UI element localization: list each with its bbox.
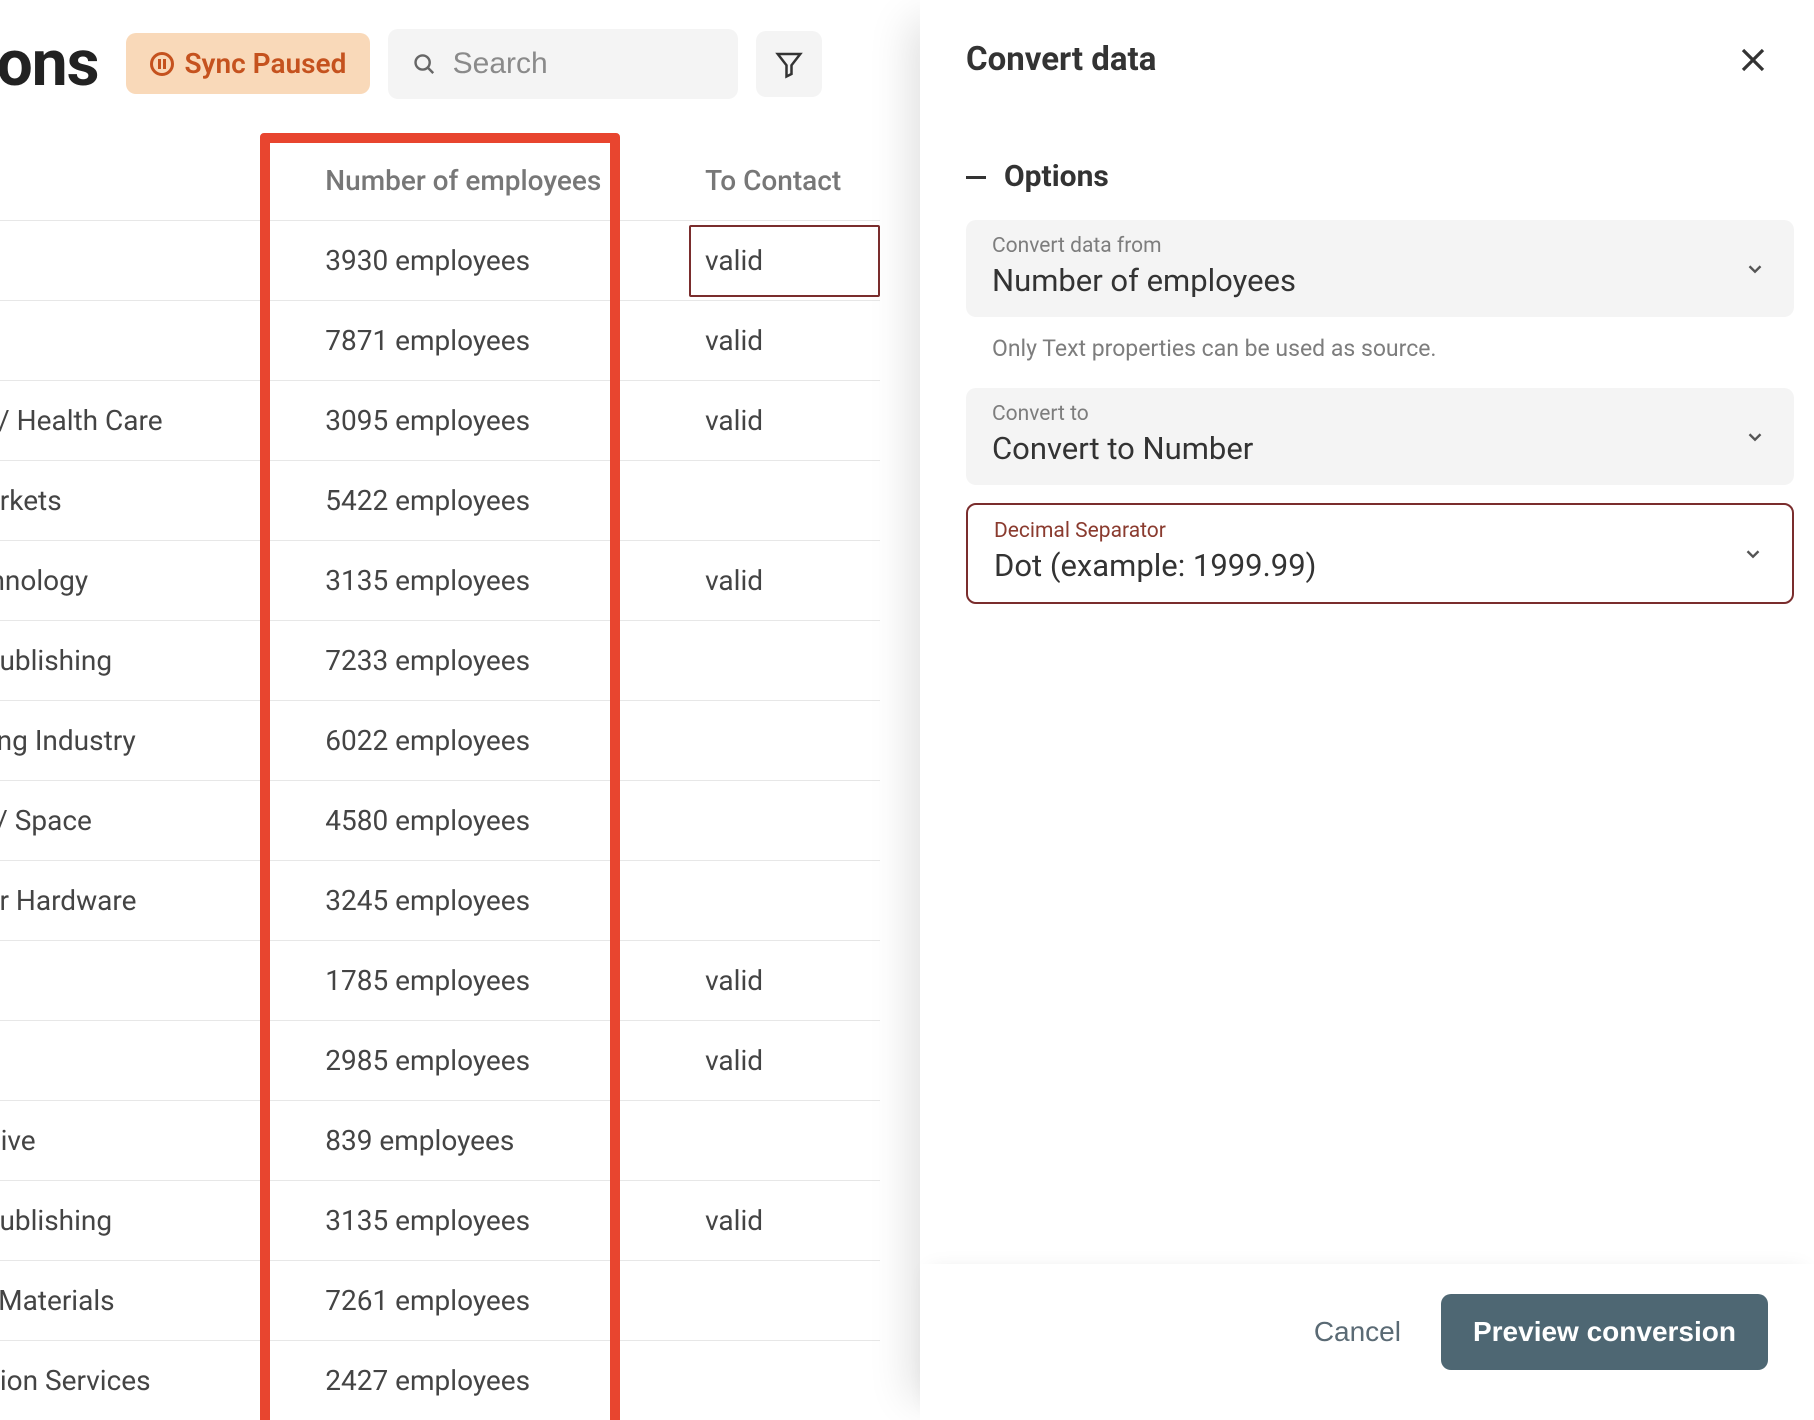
filter-icon [774, 49, 804, 79]
cell-contact[interactable]: valid [675, 1044, 880, 1077]
close-icon[interactable] [1738, 45, 1768, 75]
chevron-down-icon [1742, 543, 1764, 565]
cell-employees[interactable]: 3245 employees [295, 884, 675, 917]
col-header-employees[interactable]: Number of employees [295, 164, 675, 197]
convert-data-panel: Convert data Options Convert data from N… [920, 0, 1814, 1420]
cell-contact[interactable]: valid [675, 324, 880, 357]
options-label: Options [1004, 159, 1109, 194]
table-row[interactable]: notive839 employees [0, 1101, 880, 1181]
search-icon [412, 50, 436, 78]
cell-employees[interactable]: 6022 employees [295, 724, 675, 757]
page-title: tions [0, 26, 98, 101]
cell-employees[interactable]: 7871 employees [295, 324, 675, 357]
convert-to-value: Convert to Number [992, 430, 1770, 467]
cell-employees[interactable]: 2427 employees [295, 1364, 675, 1397]
cell-employees[interactable]: 839 employees [295, 1124, 675, 1157]
table-row[interactable]: tal / Health Care3095 employeesvalid [0, 381, 880, 461]
cell-employees[interactable]: 7261 employees [295, 1284, 675, 1317]
cell-industry[interactable]: e Publishing [0, 1204, 295, 1237]
pause-icon [150, 52, 174, 76]
search-input[interactable] [453, 47, 715, 81]
options-toggle[interactable]: Options [966, 159, 1794, 194]
table-row[interactable]: shing Industry6022 employees [0, 701, 880, 781]
cell-contact[interactable]: valid [689, 225, 880, 297]
cell-employees[interactable]: 3135 employees [295, 1204, 675, 1237]
cell-employees[interactable]: 3135 employees [295, 564, 675, 597]
sync-paused-label: Sync Paused [184, 47, 346, 80]
table-row[interactable]: markets5422 employees [0, 461, 880, 541]
cell-industry[interactable]: notive [0, 1124, 295, 1157]
convert-to-label: Convert to [992, 402, 1770, 426]
cell-industry[interactable]: shing Industry [0, 724, 295, 757]
cell-industry[interactable]: se / Space [0, 804, 295, 837]
table-row[interactable]: echnology3135 employeesvalid [0, 541, 880, 621]
table-row[interactable]: uter Hardware3245 employees [0, 861, 880, 941]
minus-icon [966, 176, 986, 179]
cell-industry[interactable]: ng Materials [0, 1284, 295, 1317]
convert-from-hint: Only Text properties can be used as sour… [992, 335, 1794, 362]
cell-industry[interactable]: y [0, 324, 295, 357]
cell-industry[interactable]: e Publishing [0, 644, 295, 677]
decimal-separator-value: Dot (example: 1999.99) [994, 547, 1768, 584]
cell-employees[interactable]: 3930 employees [295, 244, 675, 277]
cell-industry[interactable]: c [0, 1044, 295, 1077]
table-row[interactable]: e Publishing7233 employees [0, 621, 880, 701]
preview-conversion-button[interactable]: Preview conversion [1441, 1294, 1768, 1370]
decimal-separator-select[interactable]: Decimal Separator Dot (example: 1999.99) [966, 503, 1794, 604]
cell-employees[interactable]: 2985 employees [295, 1044, 675, 1077]
cell-industry[interactable]: uter Hardware [0, 884, 295, 917]
convert-to-select[interactable]: Convert to Convert to Number [966, 388, 1794, 485]
cell-employees[interactable]: 1785 employees [295, 964, 675, 997]
cell-contact[interactable]: valid [675, 1204, 880, 1237]
cell-industry[interactable]: nation Services [0, 1364, 295, 1397]
cell-contact[interactable]: valid [675, 964, 880, 997]
panel-title: Convert data [966, 40, 1156, 79]
sync-paused-badge[interactable]: Sync Paused [126, 33, 370, 94]
cell-contact[interactable]: valid [675, 564, 880, 597]
cell-industry[interactable]: echnology [0, 564, 295, 597]
table-row[interactable]: c2985 employeesvalid [0, 1021, 880, 1101]
cell-employees[interactable]: 7233 employees [295, 644, 675, 677]
cell-employees[interactable]: 4580 employees [295, 804, 675, 837]
convert-from-select[interactable]: Convert data from Number of employees [966, 220, 1794, 317]
search-box[interactable] [388, 29, 738, 99]
chevron-down-icon [1744, 426, 1766, 448]
convert-from-value: Number of employees [992, 262, 1770, 299]
cell-employees[interactable]: 3095 employees [295, 404, 675, 437]
cell-industry[interactable]: markets [0, 484, 295, 517]
col-header-contact[interactable]: To Contact [675, 164, 880, 197]
table-row[interactable]: nation Services2427 employees [0, 1341, 880, 1420]
table-header-row: try Number of employees To Contact [0, 141, 880, 221]
filter-button[interactable] [756, 31, 822, 97]
cell-industry[interactable]: tal / Health Care [0, 404, 295, 437]
decimal-separator-label: Decimal Separator [994, 519, 1768, 543]
col-header-industry[interactable]: try [0, 164, 295, 197]
table-row[interactable]: y7871 employeesvalid [0, 301, 880, 381]
table-row[interactable]: e Publishing3135 employeesvalid [0, 1181, 880, 1261]
table-row[interactable]: ng Materials7261 employees [0, 1261, 880, 1341]
table-row[interactable]: se / Space4580 employees [0, 781, 880, 861]
table-row[interactable]: 3930 employees valid [0, 221, 880, 301]
cell-contact[interactable]: valid [675, 404, 880, 437]
data-table: try Number of employees To Contact 3930 … [0, 141, 880, 1420]
convert-from-label: Convert data from [992, 234, 1770, 258]
table-row[interactable]: cs1785 employeesvalid [0, 941, 880, 1021]
chevron-down-icon [1744, 258, 1766, 280]
cell-industry[interactable]: cs [0, 964, 295, 997]
cell-employees[interactable]: 5422 employees [295, 484, 675, 517]
cancel-button[interactable]: Cancel [1314, 1316, 1401, 1348]
